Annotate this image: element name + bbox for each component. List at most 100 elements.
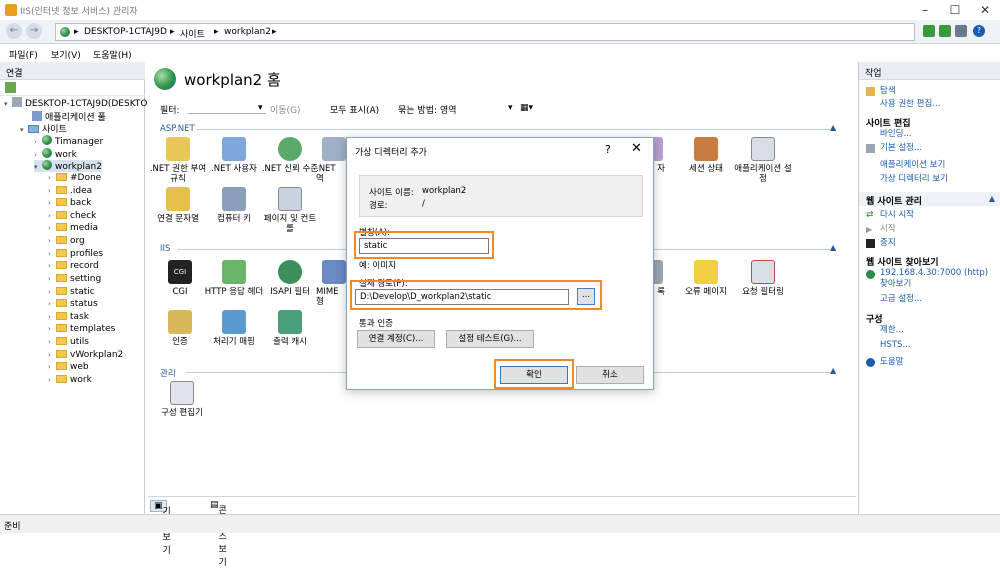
crumb-sites[interactable]: 사이트 xyxy=(180,27,205,40)
feature-machine-key[interactable]: 컴퓨터 키 xyxy=(204,187,264,224)
database-icon xyxy=(166,187,190,211)
basic-settings-link[interactable]: 기본 설정... xyxy=(880,143,922,154)
feature-mime-types[interactable]: MIME 형 xyxy=(316,260,346,307)
collapse-icon[interactable]: ▲ xyxy=(989,194,995,203)
menu-view[interactable]: 보기(V) xyxy=(51,48,81,61)
feature-error-pages[interactable]: 오류 페이지 xyxy=(676,260,736,297)
view-virtual-directories-link[interactable]: 가상 디렉터리 보기 xyxy=(880,174,948,185)
tree-node-folder[interactable]: › .idea xyxy=(48,186,92,198)
feature-connection-strings[interactable]: 연결 문자열 xyxy=(148,187,208,224)
feature-session-state[interactable]: 세션 상태 xyxy=(676,137,736,174)
feature-request-filtering[interactable]: 요청 필터링 xyxy=(733,260,793,297)
tree-node-folder[interactable]: › utils xyxy=(48,337,89,349)
tree-node-folder[interactable]: › setting xyxy=(48,274,101,286)
minimize-button[interactable]: – xyxy=(910,0,940,20)
feature-http-headers[interactable]: HTTP 응답 헤더 xyxy=(204,260,264,297)
group-dropdown-icon[interactable]: ▾ xyxy=(508,103,513,113)
section-aspnet: ASP.NET xyxy=(160,124,195,134)
tree-node-folder[interactable]: › back xyxy=(48,198,91,210)
feature-isapi-filters[interactable]: ISAPI 필터 xyxy=(260,260,320,297)
feature-pages-controls[interactable]: 페이지 및 컨트롤 xyxy=(260,187,320,234)
feature-output-cache[interactable]: 출력 캐시 xyxy=(260,310,320,347)
bindings-link[interactable]: 바인딩... xyxy=(880,129,912,140)
tree-node-server[interactable]: ▾ DESKTOP-1CTAJ9D(DESKTO xyxy=(4,97,148,109)
tree-node-folder[interactable]: › media xyxy=(48,223,98,235)
connections-header: 연결 xyxy=(0,62,145,80)
tree-node-site-selected[interactable]: ▾ workplan2 xyxy=(34,160,102,172)
stop-link[interactable]: 중지 xyxy=(880,238,896,249)
feature-net-roles[interactable]: .NET 역 xyxy=(316,137,346,184)
view-mode-icon[interactable]: ▦▾ xyxy=(520,103,533,113)
hsts-link[interactable]: HSTS... xyxy=(880,340,910,351)
connect-as-button[interactable]: 연결 계정(C)... xyxy=(357,330,435,348)
feature-net-authorization[interactable]: .NET 권한 부여 규칙 xyxy=(148,137,208,184)
new-connection-icon[interactable] xyxy=(5,82,16,93)
tree-node-folder[interactable]: › check xyxy=(48,211,96,223)
collapse-icon[interactable]: ▲ xyxy=(830,366,836,375)
crumb-server[interactable]: DESKTOP-1CTAJ9D xyxy=(84,27,167,37)
menu-file[interactable]: 파일(F) xyxy=(9,48,38,61)
browse-site-link[interactable]: 192.168.4.30:7000 (http) 찾아보기 xyxy=(880,268,996,290)
edit-permissions-link[interactable]: 사용 권한 편집... xyxy=(880,99,940,110)
help-icon[interactable]: ? xyxy=(973,25,985,37)
feature-authentication[interactable]: 인증 xyxy=(150,310,210,347)
folder-icon xyxy=(56,324,67,332)
tree-node-folder[interactable]: › web xyxy=(48,362,89,374)
tab-features-view[interactable]: ▣ 기능 보기 xyxy=(150,500,171,556)
feature-net-users[interactable]: .NET 사용자 xyxy=(204,137,264,174)
toolbar-icon[interactable] xyxy=(955,25,967,37)
tab-content-view[interactable]: ▤ 콘텐츠 보기 xyxy=(210,500,227,568)
filter-go-button[interactable]: 이동(G) xyxy=(270,103,301,116)
feature-app-settings[interactable]: 애플리케이션 설정 xyxy=(733,137,793,184)
tree-node-folder[interactable]: › vWorkplan2 xyxy=(48,350,123,362)
ok-highlight xyxy=(494,359,574,389)
cancel-button[interactable]: 취소 xyxy=(576,366,644,384)
advanced-settings-link[interactable]: 고급 설정... xyxy=(880,294,922,305)
tree-node-folder[interactable]: › work xyxy=(48,375,92,387)
maximize-button[interactable]: ☐ xyxy=(940,0,970,20)
crumb-site[interactable]: workplan2 xyxy=(224,27,271,37)
feature-net-trust[interactable]: .NET 신뢰 수준 xyxy=(260,137,320,174)
menu-help[interactable]: 도움말(H) xyxy=(93,48,132,61)
view-applications-link[interactable]: 애플리케이션 보기 xyxy=(880,160,945,171)
help-link[interactable]: 도움말 xyxy=(880,357,903,368)
collapse-icon[interactable]: ▲ xyxy=(830,243,836,252)
start-link[interactable]: 시작 xyxy=(880,224,896,235)
breadcrumb[interactable]: ▸ DESKTOP-1CTAJ9D ▸ 사이트 ▸ workplan2 ▸ xyxy=(55,23,915,41)
feature-cgi[interactable]: CGI CGI xyxy=(150,260,210,297)
explore-link[interactable]: 탐색 xyxy=(880,86,896,97)
restart-link[interactable]: 다시 시작 xyxy=(880,210,914,221)
tree-node-app-pools[interactable]: 애플리케이션 풀 xyxy=(32,110,106,123)
tree-node-folder[interactable]: › org xyxy=(48,236,85,248)
dialog-close-button[interactable]: ✕ xyxy=(631,141,642,156)
filter-dropdown-icon[interactable]: ▾ xyxy=(258,103,263,113)
tree-node-folder[interactable]: › task xyxy=(48,312,89,324)
back-button[interactable]: ← xyxy=(6,23,22,39)
tree-node-site[interactable]: › Timanager xyxy=(34,135,103,147)
forward-button[interactable]: → xyxy=(26,23,42,39)
feature-config-editor[interactable]: 구성 편집기 xyxy=(152,381,212,418)
limits-link[interactable]: 제한... xyxy=(880,325,904,336)
refresh-icon[interactable] xyxy=(939,25,951,37)
connections-toolbar xyxy=(0,80,145,96)
title-bar: IIS(인터넷 정보 서비스) 관리자 – ☐ ✕ xyxy=(0,0,1000,20)
dialog-help-button[interactable]: ? xyxy=(605,143,611,156)
feature-handler-mappings[interactable]: 처리기 매핑 xyxy=(204,310,264,347)
tree-node-folder[interactable]: › profiles xyxy=(48,249,103,261)
tree-node-folder[interactable]: › static xyxy=(48,287,95,299)
tree-node-folder[interactable]: › record xyxy=(48,261,99,273)
close-button[interactable]: ✕ xyxy=(970,0,1000,20)
group-by-value[interactable]: 영역 xyxy=(440,103,457,116)
filter-bar: 필터: ▾ 이동(G) 모두 표시(A) 묶는 방법: 영역 ▾ ▦▾ xyxy=(158,100,844,116)
tree-node-folder[interactable]: › status xyxy=(48,299,98,311)
connect-icon[interactable] xyxy=(923,25,935,37)
tree-node-folder[interactable]: › #Done xyxy=(48,173,101,185)
tree-node-sites[interactable]: ▾ 사이트 xyxy=(20,122,67,135)
test-settings-button[interactable]: 설정 테스트(G)... xyxy=(446,330,534,348)
trust-icon xyxy=(278,137,302,161)
tree-node-site[interactable]: › work xyxy=(34,148,77,160)
tree-node-folder[interactable]: › templates xyxy=(48,324,115,336)
collapse-icon[interactable]: ▲ xyxy=(830,123,836,132)
show-all-button[interactable]: 모두 표시(A) xyxy=(330,103,379,116)
filter-input[interactable] xyxy=(188,100,266,114)
